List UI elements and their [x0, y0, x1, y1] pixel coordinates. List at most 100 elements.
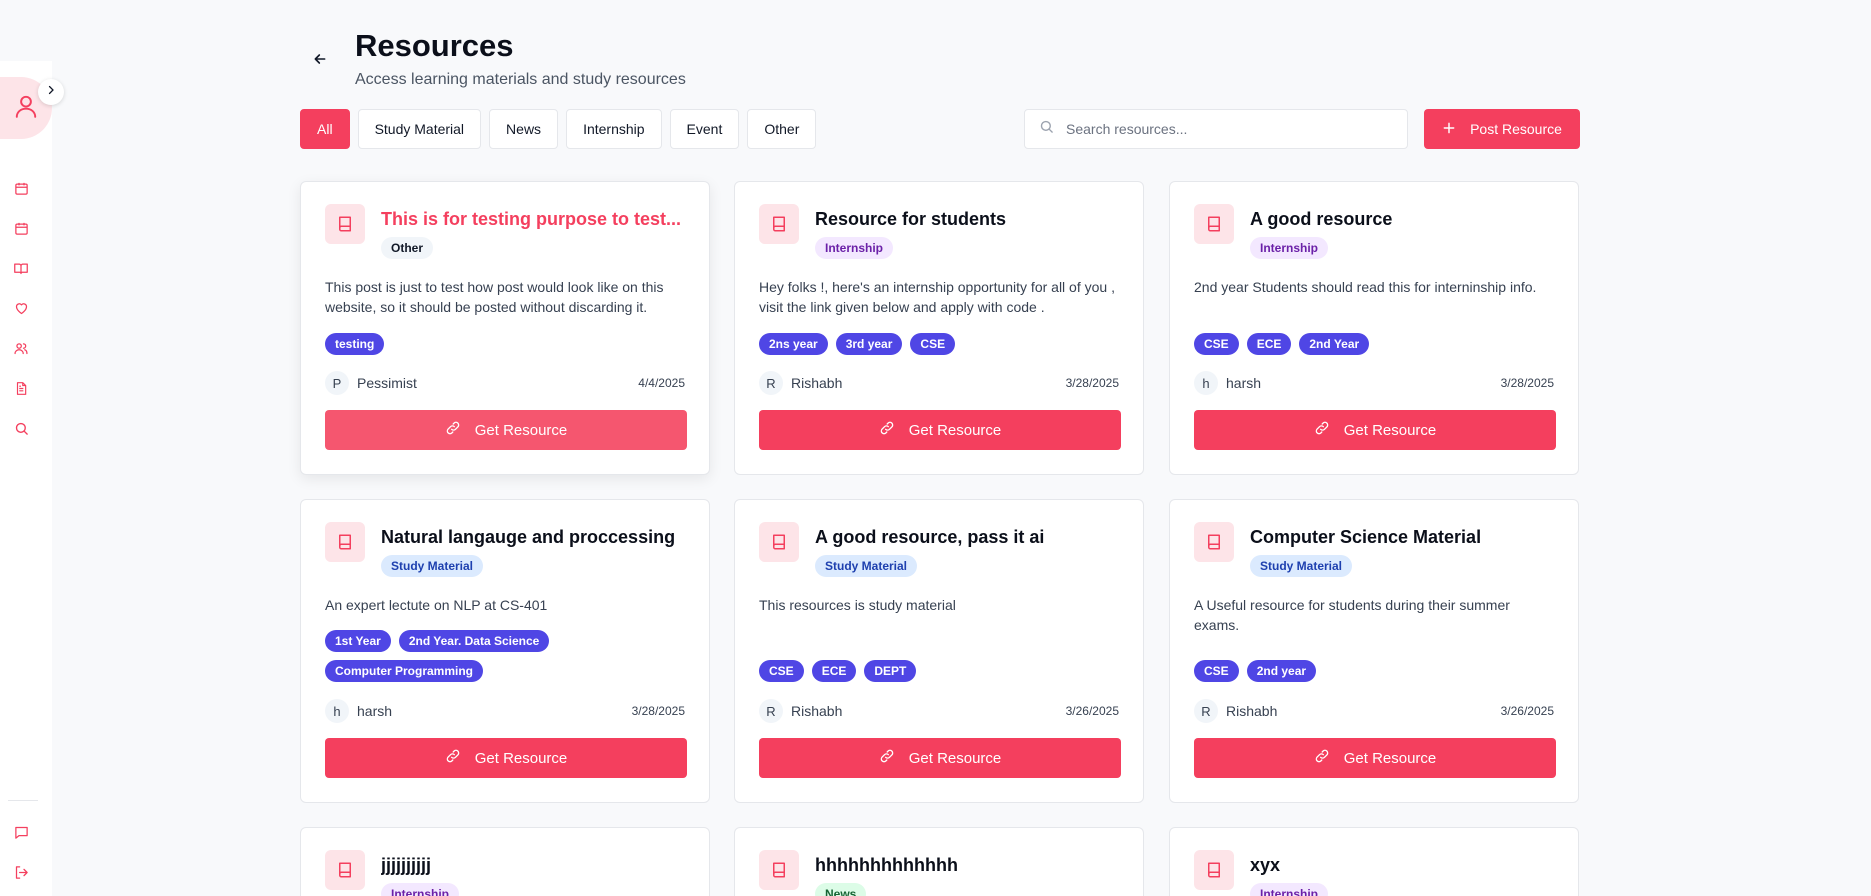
search-input[interactable] — [1066, 121, 1386, 137]
get-resource-button[interactable]: Get Resource — [325, 738, 687, 778]
author-name: Rishabh — [1226, 703, 1278, 719]
card-description: 2nd year Students should read this for i… — [1194, 279, 1537, 295]
back-button[interactable] — [309, 50, 331, 72]
card-author: h harsh — [1194, 371, 1261, 395]
get-resource-label: Get Resource — [908, 421, 1002, 439]
sidebar-item-messages[interactable] — [12, 826, 30, 844]
category-badge: Internship — [815, 237, 894, 259]
filter-news[interactable]: News — [489, 109, 559, 149]
category-badge: Study Material — [1250, 555, 1353, 577]
card-description: This post is just to test how post would… — [325, 279, 664, 315]
book-icon — [759, 850, 799, 890]
post-resource-label: Post Resource — [1470, 121, 1562, 137]
card-date: 3/28/2025 — [1500, 376, 1554, 390]
resource-card[interactable]: jjjjjjjjjj Internship — [300, 827, 710, 896]
sidebar-item-calendar[interactable] — [12, 182, 30, 200]
arrow-left-icon — [312, 51, 328, 72]
card-tags: 1st Year 2nd Year. Data Science Computer… — [325, 630, 687, 682]
card-title[interactable]: A good resource, pass it ai — [815, 527, 1044, 548]
page-title: Resources — [355, 28, 514, 63]
category-badge: Internship — [1250, 883, 1329, 896]
chevron-right-icon — [45, 83, 57, 101]
author-name: Rishabh — [791, 375, 843, 391]
sidebar-item-documents[interactable] — [12, 382, 30, 400]
sidebar-expand-button[interactable] — [38, 79, 64, 105]
resource-card[interactable]: Resource for students Internship Hey fol… — [734, 181, 1144, 475]
search-icon — [14, 421, 29, 441]
filter-event[interactable]: Event — [669, 109, 740, 149]
category-badge: Study Material — [815, 555, 918, 577]
card-author: P Pessimist — [325, 371, 417, 395]
user-icon — [13, 91, 39, 126]
card-description: Hey folks !, here's an internship opport… — [759, 279, 1115, 315]
card-author: R Rishabh — [759, 699, 842, 723]
users-icon — [13, 341, 29, 361]
get-resource-button[interactable]: Get Resource — [759, 738, 1121, 778]
sidebar-item-community[interactable] — [12, 342, 30, 360]
card-title[interactable]: xyx — [1250, 855, 1280, 876]
tag: 2nd Year — [1299, 333, 1370, 355]
sidebar-item-events[interactable] — [12, 222, 30, 240]
filter-internship[interactable]: Internship — [566, 109, 662, 149]
author-name: harsh — [357, 703, 393, 719]
card-title[interactable]: hhhhhhhhhhhhh — [815, 855, 958, 876]
card-title[interactable]: Computer Science Material — [1250, 527, 1481, 548]
get-resource-label: Get Resource — [1343, 421, 1437, 439]
resource-card[interactable]: xyx Internship — [1169, 827, 1579, 896]
calendar-icon — [14, 221, 29, 241]
card-title[interactable]: jjjjjjjjjj — [381, 855, 431, 876]
get-resource-button[interactable]: Get Resource — [759, 410, 1121, 450]
card-title[interactable]: A good resource — [1250, 209, 1392, 230]
card-author: R Rishabh — [759, 371, 842, 395]
book-icon — [1194, 850, 1234, 890]
calendar-icon — [14, 181, 29, 201]
card-title[interactable]: This is for testing purpose to test... — [381, 209, 681, 230]
get-resource-button[interactable]: Get Resource — [325, 410, 687, 450]
post-resource-button[interactable]: Post Resource — [1424, 109, 1580, 149]
sidebar-item-search[interactable] — [12, 422, 30, 440]
card-title[interactable]: Resource for students — [815, 209, 1006, 230]
resource-card[interactable]: hhhhhhhhhhhhh News — [734, 827, 1144, 896]
card-date: 3/28/2025 — [1065, 376, 1119, 390]
tag: CSE — [1194, 660, 1239, 682]
card-tags: testing — [325, 333, 687, 355]
logout-icon — [14, 865, 29, 885]
book-icon — [1194, 204, 1234, 244]
tag: ECE — [811, 660, 857, 682]
heart-icon — [14, 301, 29, 321]
tag: 3rd year — [835, 333, 903, 355]
get-resource-button[interactable]: Get Resource — [1194, 738, 1556, 778]
category-badge: News — [815, 883, 867, 896]
category-badge: Study Material — [381, 555, 484, 577]
tag: testing — [325, 333, 385, 355]
category-filters: All Study Material News Internship Event… — [300, 109, 817, 149]
tag: 2ns year — [759, 333, 828, 355]
search-box — [1024, 109, 1408, 149]
resource-card[interactable]: A good resource Internship 2nd year Stud… — [1169, 181, 1579, 475]
card-title[interactable]: Natural langauge and proccessing — [381, 527, 675, 548]
get-resource-button[interactable]: Get Resource — [1194, 410, 1556, 450]
filter-all[interactable]: All — [300, 109, 350, 149]
link-icon — [445, 420, 461, 440]
sidebar-item-resources[interactable] — [12, 262, 30, 280]
tag: DEPT — [864, 660, 917, 682]
message-icon — [14, 825, 29, 845]
filter-study-material[interactable]: Study Material — [357, 109, 482, 149]
card-date: 4/4/2025 — [638, 376, 685, 390]
link-icon — [879, 420, 895, 440]
resource-card[interactable]: This is for testing purpose to test... O… — [300, 181, 710, 475]
resource-card[interactable]: A good resource, pass it ai Study Materi… — [734, 499, 1144, 803]
get-resource-label: Get Resource — [908, 749, 1002, 767]
avatar: R — [759, 699, 783, 723]
book-open-icon — [13, 261, 29, 281]
resource-card[interactable]: Natural langauge and proccessing Study M… — [300, 499, 710, 803]
card-description: An expert lectute on NLP at CS-401 — [325, 597, 548, 613]
filter-other[interactable]: Other — [747, 109, 817, 149]
sidebar-item-logout[interactable] — [12, 866, 30, 884]
category-badge: Other — [381, 237, 434, 259]
sidebar-item-favorites[interactable] — [12, 302, 30, 320]
get-resource-label: Get Resource — [474, 749, 568, 767]
tag: CSE — [759, 660, 804, 682]
resource-card[interactable]: Computer Science Material Study Material… — [1169, 499, 1579, 803]
category-badge: Internship — [381, 883, 460, 896]
